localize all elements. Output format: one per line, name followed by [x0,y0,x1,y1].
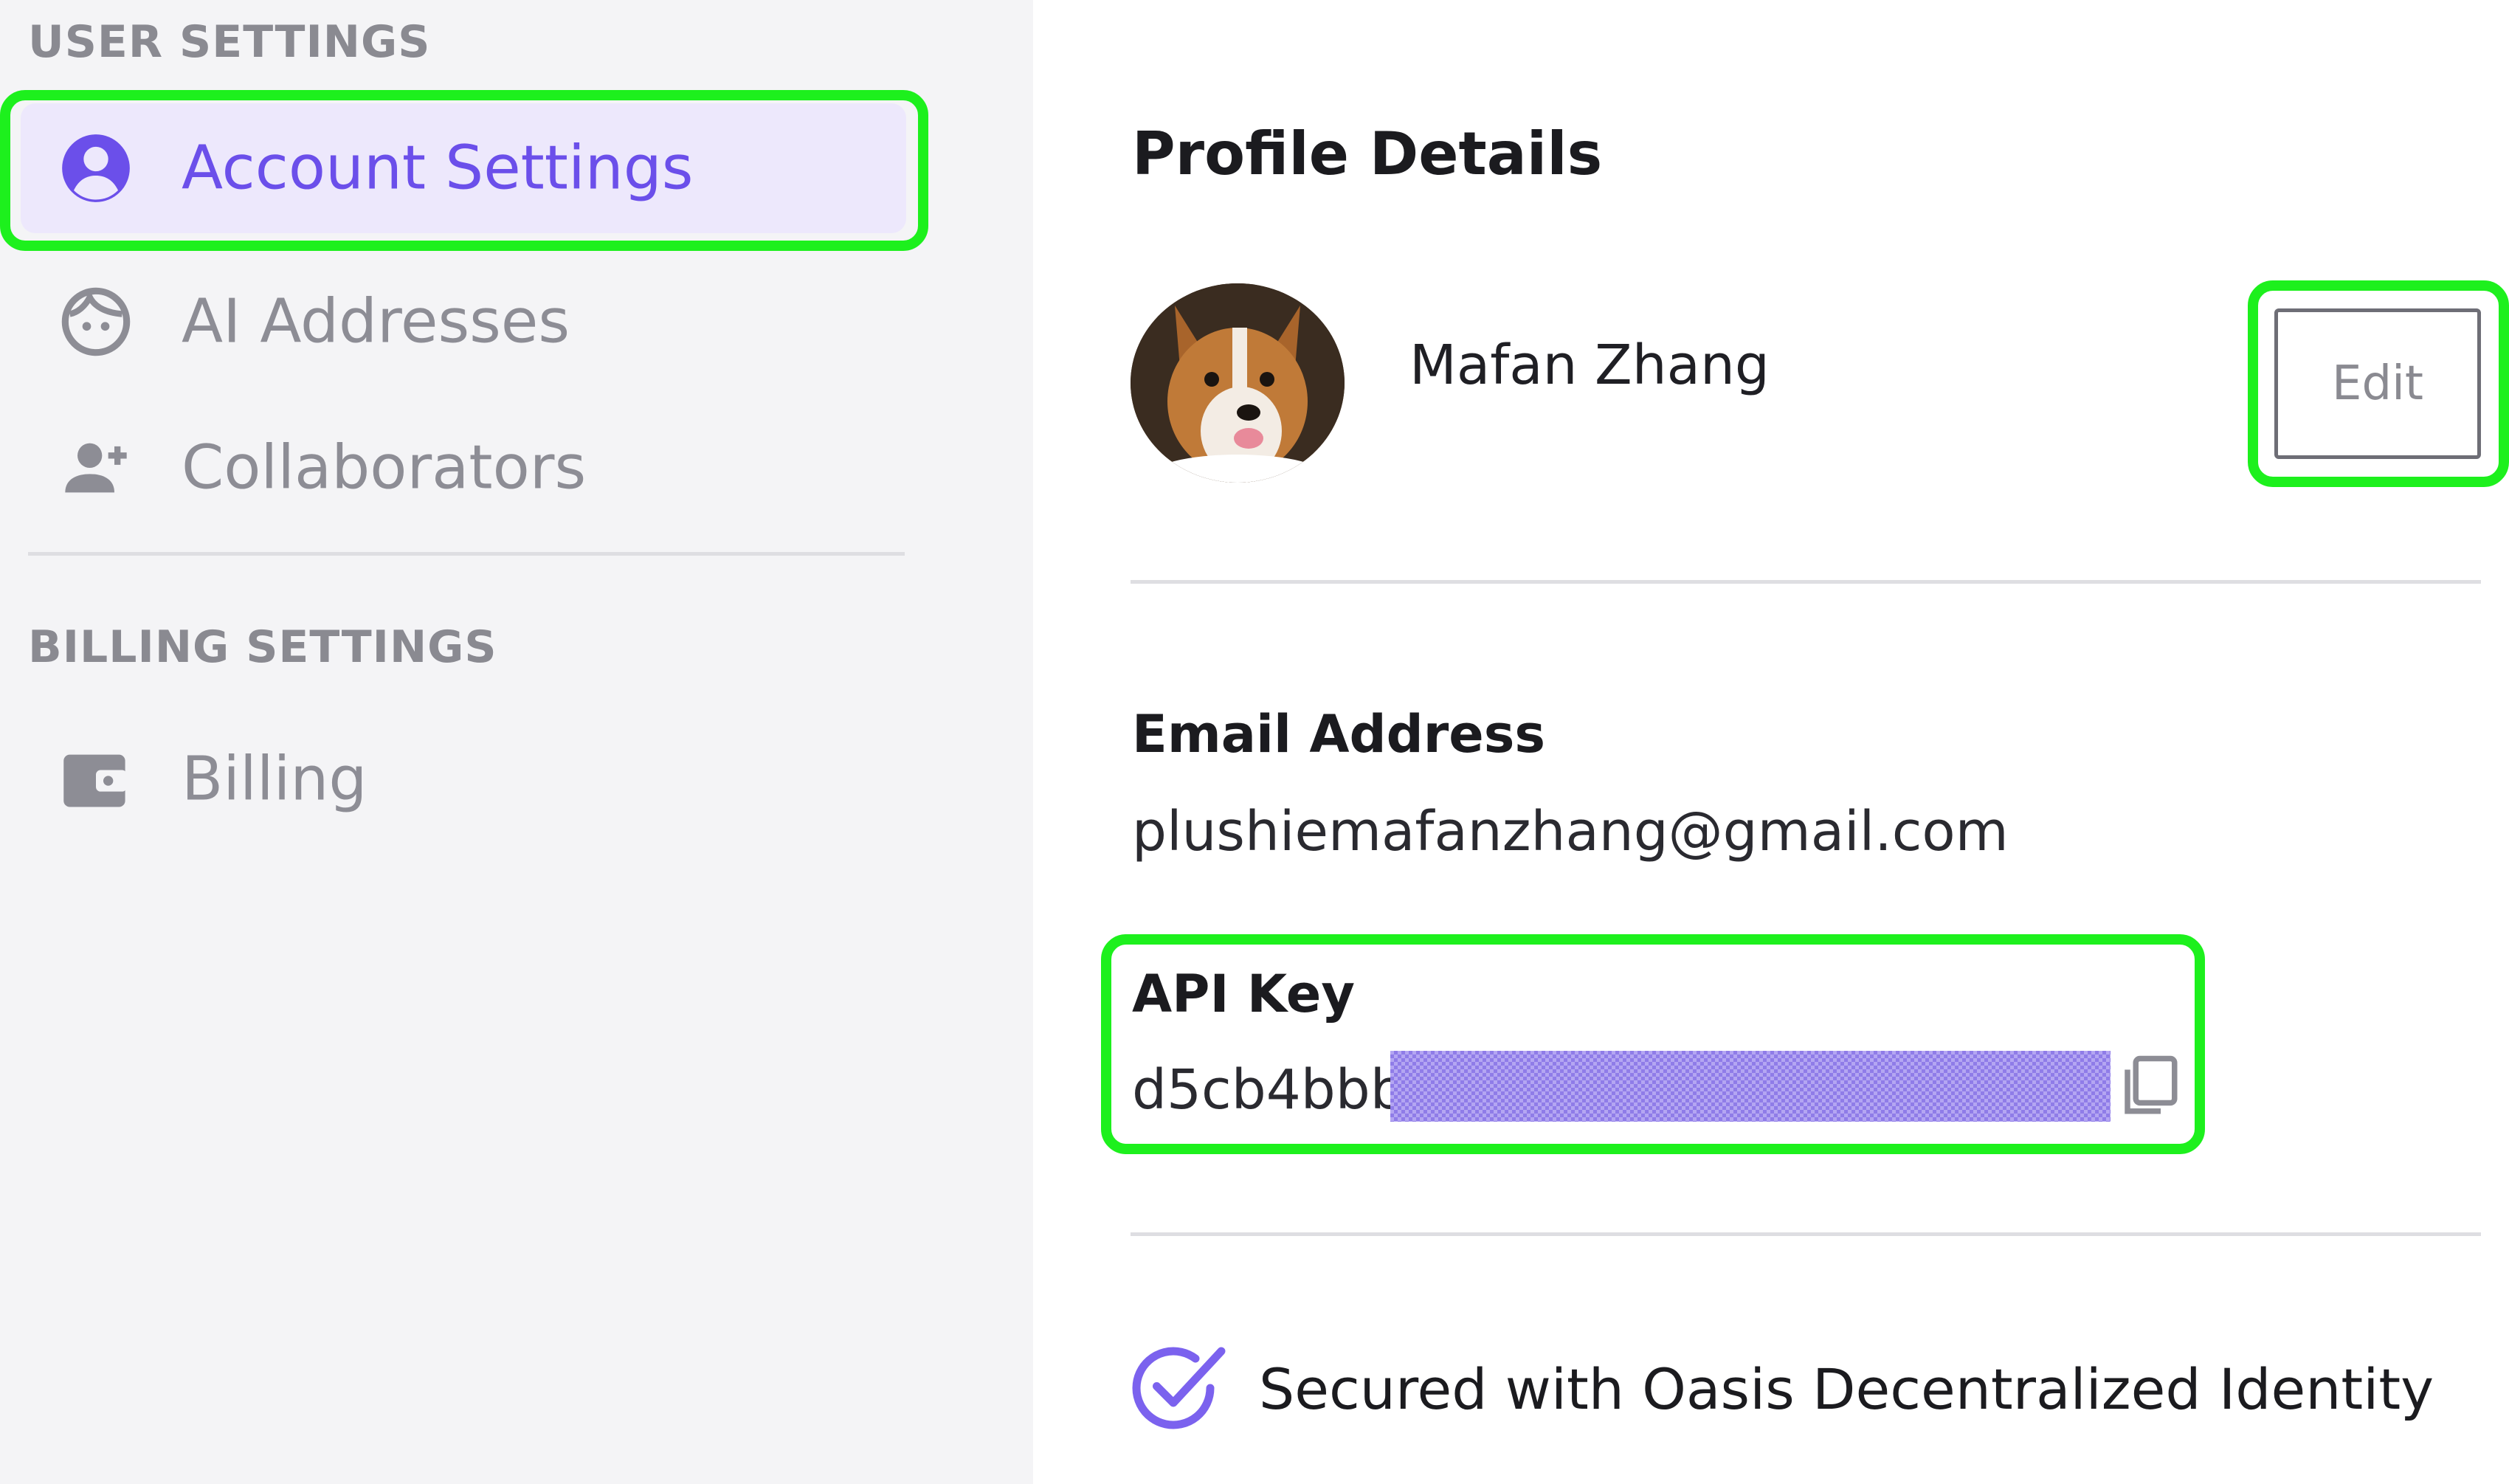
sidebar-item-label: AI Addresses [182,286,570,357]
account-circle-icon [62,134,130,202]
email-value: plushiemafanzhang@gmail.com [1132,800,2009,863]
sidebar-item-account-settings[interactable]: Account Settings [21,103,906,233]
api-key-divider [1131,1232,2481,1236]
sidebar-item-label: Account Settings [182,133,694,204]
billing-settings-section-label: BILLING SETTINGS [28,621,497,673]
api-key-heading: API Key [1132,964,1356,1024]
profile-details-heading: Profile Details [1132,120,1603,188]
avatar [1131,283,1345,483]
ai-face-icon [61,287,131,356]
security-text: Secured with Oasis Decentralized Identit… [1259,1356,2434,1422]
sidebar-item-label: Billing [182,744,367,815]
sidebar: USER SETTINGS Account Settings AI Addres… [0,0,1033,1484]
dog-avatar-image [1131,283,1345,483]
user-settings-section-label: USER SETTINGS [28,16,431,68]
wallet-icon [63,754,127,807]
copy-icon[interactable] [2116,1051,2183,1122]
sidebar-item-collaborators[interactable]: Collaborators [21,403,906,533]
check-circle-icon [1132,1347,1226,1429]
edit-profile-button[interactable]: Edit [2274,308,2481,459]
profile-name: Mafan Zhang [1409,334,1770,397]
sidebar-item-billing[interactable]: Billing [21,714,906,844]
email-heading: Email Address [1132,704,1546,765]
profile-divider [1131,580,2481,584]
sidebar-item-label: Collaborators [182,432,587,503]
api-key-redacted [1390,1051,2111,1122]
sidebar-item-ai-addresses[interactable]: AI Addresses [21,257,906,387]
sidebar-divider [28,552,905,556]
api-key-value: d5cb4bbb [1132,1058,1405,1122]
person-add-icon [65,443,127,493]
